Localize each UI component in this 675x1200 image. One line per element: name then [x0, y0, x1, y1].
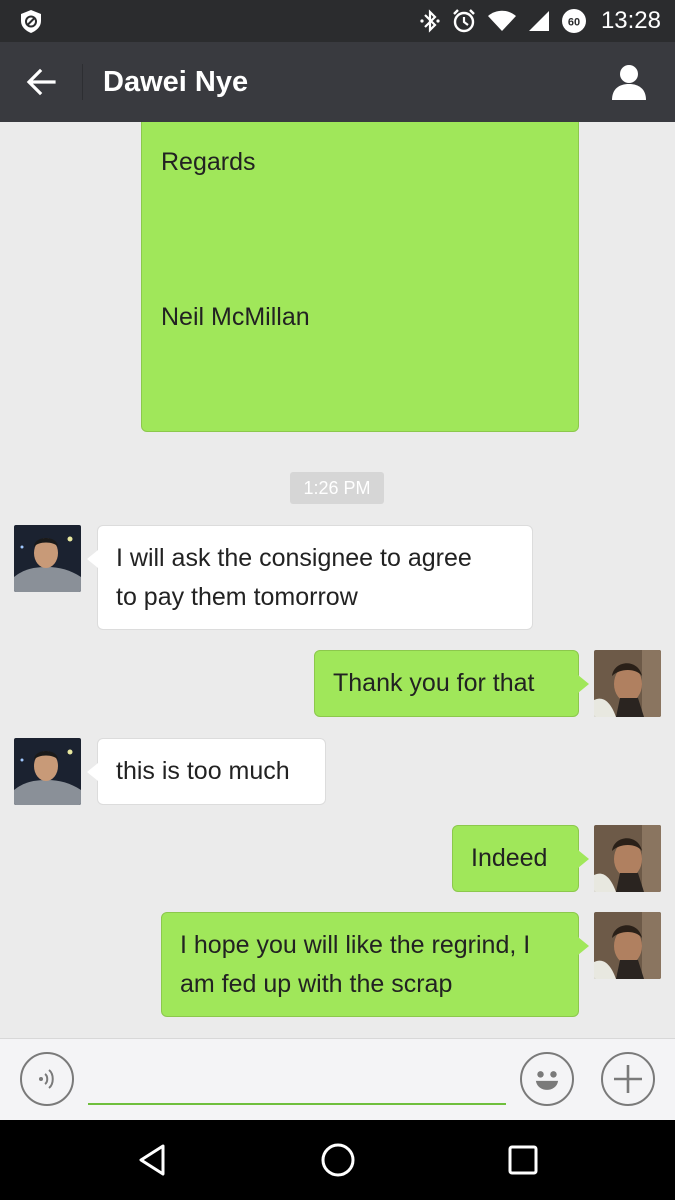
message-text: am fed up with the scrap [180, 970, 453, 998]
recents-square-icon [508, 1145, 538, 1175]
back-triangle-icon [139, 1144, 165, 1176]
bluetooth-icon [420, 9, 440, 33]
header-divider [82, 64, 83, 100]
message-bubble-received[interactable]: I will ask the consignee to agree to pay… [87, 525, 533, 630]
message-input-bar [0, 1038, 675, 1120]
nav-home-button[interactable] [316, 1138, 360, 1182]
message-bubble-sent[interactable]: I hope you will like the regrind, I am f… [161, 912, 589, 1017]
plus-icon [614, 1065, 642, 1093]
status-time: 13:28 [600, 7, 661, 34]
emoji-icon [535, 1071, 559, 1090]
message-text: Indeed [471, 844, 548, 872]
message-text: Thank you for that [333, 669, 535, 697]
message-text: I hope you will like the regrind, I [180, 931, 531, 959]
message-bubble-sent[interactable]: Regards Neil McMillan [141, 122, 579, 432]
message-text: Neil McMillan [161, 303, 310, 331]
message-text: to pay them tomorrow [116, 583, 358, 611]
my-avatar[interactable] [594, 912, 661, 979]
message-text: this is too much [116, 757, 290, 785]
nav-back-button[interactable] [130, 1138, 174, 1182]
chat-header: Dawei Nye [0, 42, 675, 122]
my-avatar[interactable] [594, 825, 661, 892]
voice-input-icon [39, 1069, 54, 1089]
svg-text:60: 60 [568, 17, 580, 29]
arrow-left-icon [26, 68, 56, 96]
chat-message-list[interactable]: Regards Neil McMillan 1:26 PM I will ask… [0, 122, 675, 1038]
contact-avatar[interactable] [14, 525, 81, 592]
message-bubble-sent[interactable]: Thank you for that [314, 650, 589, 717]
person-icon [612, 65, 646, 100]
vpn-shield-icon [21, 10, 41, 33]
emoji-button[interactable] [520, 1052, 574, 1106]
message-timestamp: 1:26 PM [290, 472, 384, 504]
status-bar: 60 13:28 [0, 0, 675, 42]
home-circle-icon [321, 1143, 355, 1177]
nav-recents-button[interactable] [501, 1138, 545, 1182]
chat-title: Dawei Nye [103, 66, 249, 98]
system-nav-bar [0, 1120, 675, 1200]
message-bubble-sent[interactable]: Indeed [452, 825, 589, 892]
message-text: Regards [161, 148, 256, 176]
wifi-icon [487, 10, 516, 31]
message-bubble-received[interactable]: this is too much [87, 738, 326, 805]
battery-icon: 60 [561, 9, 586, 33]
cell-signal-icon [528, 11, 549, 31]
my-avatar[interactable] [594, 650, 661, 717]
contact-avatar[interactable] [14, 738, 81, 805]
more-options-button[interactable] [601, 1052, 655, 1106]
message-input[interactable] [88, 1059, 506, 1105]
back-button[interactable] [18, 62, 64, 102]
alarm-icon [453, 9, 475, 33]
message-text: I will ask the consignee to agree [116, 544, 472, 572]
profile-button[interactable] [609, 62, 649, 102]
voice-input-button[interactable] [20, 1052, 74, 1106]
